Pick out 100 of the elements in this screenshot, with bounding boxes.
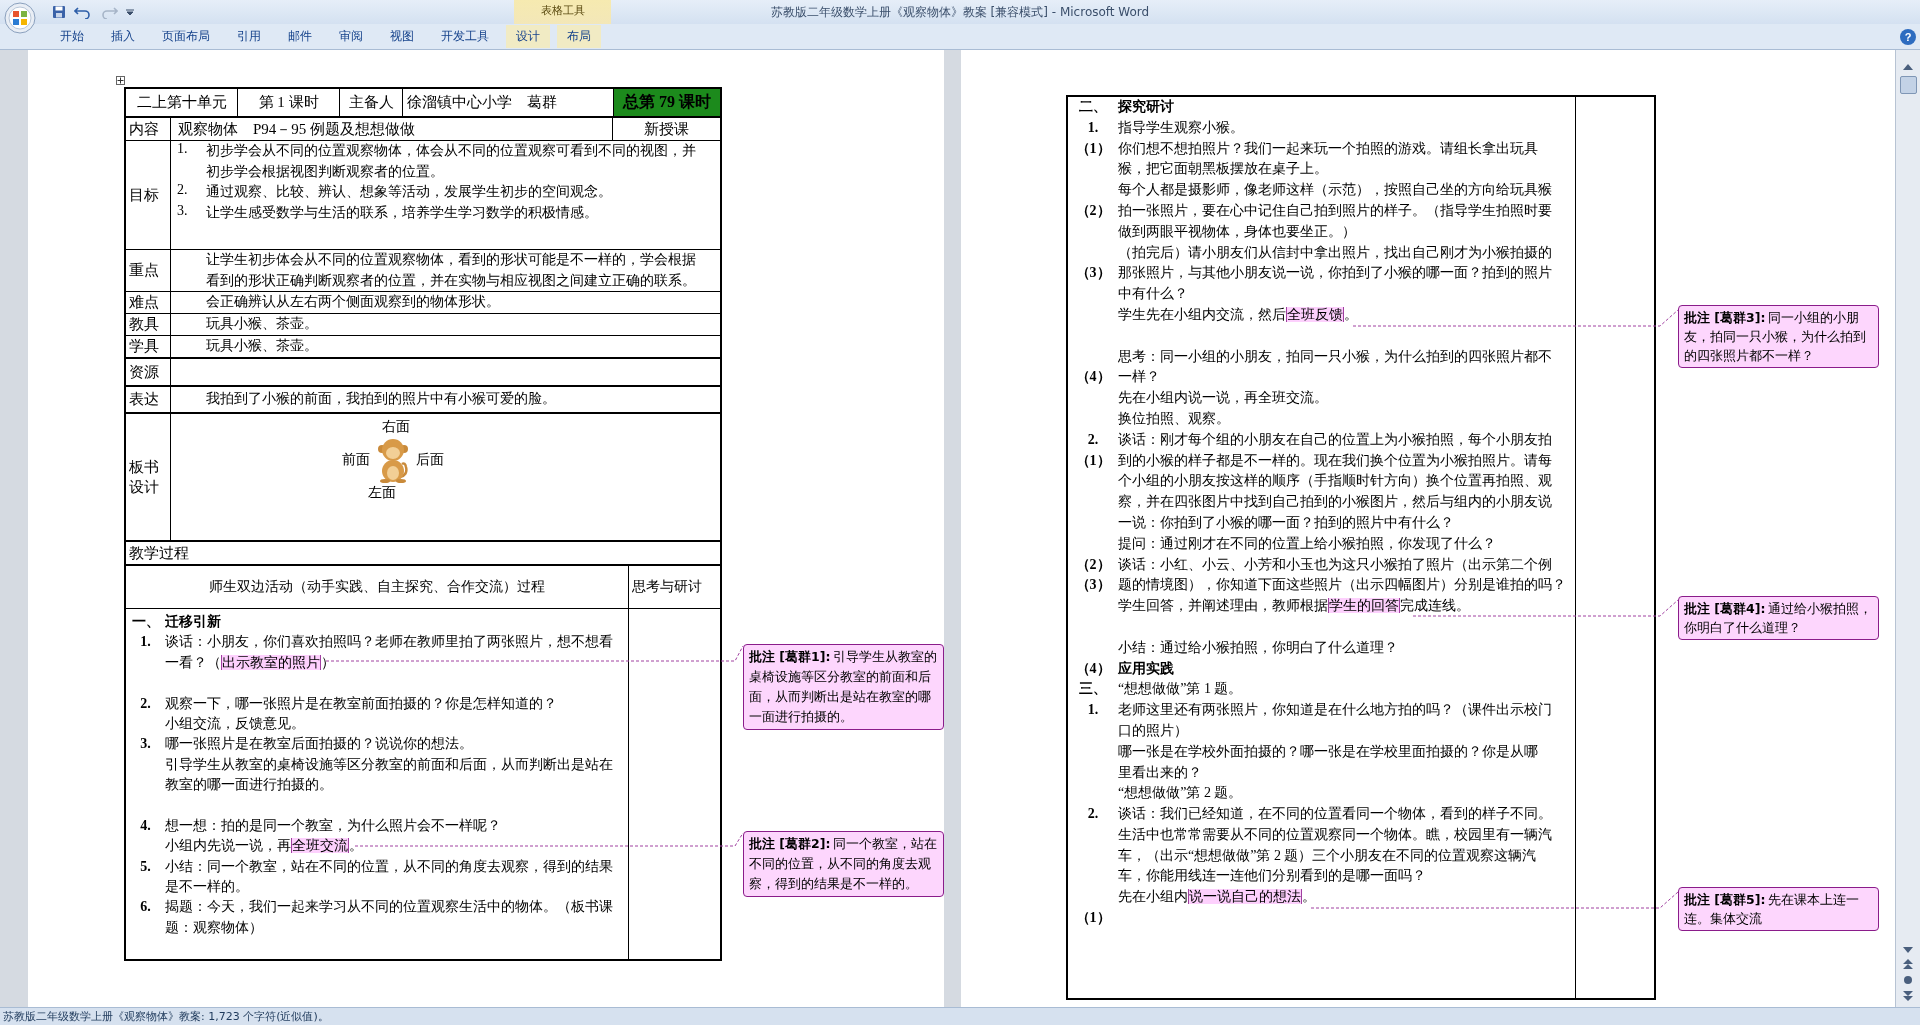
list-number: 3. [177,202,188,218]
section-title: 教学过程 [129,543,189,563]
ribbon-tab[interactable]: 开发工具 [431,25,499,48]
text-line: 初步学会根据视图判断观察者的位置。 [206,162,445,181]
list-number: 三、 [1079,681,1107,697]
text-line: 看到的形状正确判断观察者的位置，并在实物与相应视图之间建立正确的联系。 [206,271,696,290]
down-arrow-icon[interactable] [1903,947,1913,953]
text-line: 到的小猴的样子都是不一样的。现在我们换个位置为小猴拍照片。请每 [1118,451,1552,470]
board-label: 前面 [342,451,370,469]
comment-balloon[interactable]: 批注 [葛群1]: 引导学生从教室的桌椅设施等区分教室的前面和后面，从而判断出是站在教室的哪一面进行拍摄的。 [743,644,944,730]
text-line: 那张照片，与其他小朋友说一说，你拍到了小猴的哪一面？拍到的照片 [1118,264,1552,283]
ribbon-tab[interactable]: 设计 [506,25,550,48]
list-number: 1. [1087,702,1099,718]
next-page-icon[interactable] [1903,991,1913,1001]
text-line: 小结：通过给小猴拍照，你明白了什么道理？ [1118,638,1398,657]
list-number: 3. [140,736,151,752]
text-line: 让学生感受数学与生活的联系，培养学生学习数学的积极情感。 [206,203,598,222]
list-number: 2. [1087,431,1099,447]
text-line: 题：观察物体） [165,918,263,937]
table-cell: 第 1 课时 [238,89,340,116]
save-icon[interactable] [52,5,66,19]
ribbon-tab[interactable]: 引用 [227,25,271,48]
board-label: 后面 [416,451,444,469]
table-cell: 总第 79 课时 [614,89,720,116]
list-number: 1. [1087,119,1099,135]
up-arrow-icon[interactable] [1903,64,1913,70]
text-line: “想想做做”第 1 题。 [1118,680,1243,699]
browse-object-icon[interactable] [1903,975,1913,985]
comment-balloon[interactable]: 批注 [葛群4]: 通过给小猴拍照，你明白了什么道理？ [1678,596,1879,640]
list-number: （1） [1075,452,1111,468]
text-line: 一说：你拍到了小猴的哪一面？拍到的照片中有什么？ [1118,513,1454,532]
list-number: 5. [140,858,151,874]
board-label: 右面 [382,418,410,436]
list-number: （2） [1075,556,1111,572]
text-line: 让学生初步体会从不同的位置观察物体，看到的形状可能是不一样的，学会根据 [206,251,696,269]
help-button[interactable]: ? [1900,28,1916,45]
text-line: 哪一张照片是在教室后面拍摄的？说说你的想法。 [165,735,473,754]
comment-text: 批注 [葛群3]: 同一小组的小朋友，拍同一只小猴，为什么拍到的四张照片都不一样？ [1684,310,1866,363]
text-line: 小组交流，反馈意见。 [165,714,305,733]
row-label: 资源 [126,359,171,385]
text-line: 里看出来的？ [1118,763,1202,782]
row-label: 内容 [126,118,171,140]
text-line: 揭题：今天，我们一起来学习从不同的位置观察生活中的物体。（板书课 [165,898,613,917]
ribbon-tab[interactable]: 页面布局 [152,25,220,48]
text-line: “想想做做”第 2 题。 [1118,784,1243,803]
text-line: 你们想不想拍照片？我们一起来玩一个拍照的游戏。请组长拿出玩具 [1118,139,1538,158]
ribbon-tab[interactable]: 布局 [557,25,601,48]
text-line: 我拍到了小猴的前面，我拍到的照片中有小猴可爱的脸。 [206,390,556,409]
ribbon-tab[interactable]: 开始 [50,25,94,48]
ribbon-tab[interactable]: 视图 [380,25,424,48]
undo-icon[interactable] [74,5,92,19]
list-number: （3） [1075,265,1111,281]
table-cell: 二上第十单元 [126,89,238,116]
text-line: 玩具小猴、茶壶。 [206,315,318,334]
text-line: 个小组的小朋友按这样的顺序（手指顺时针方向）换个位置再拍照、观 [1118,472,1552,491]
row-label: 表达 [126,387,171,412]
comment-anchor[interactable]: 出示教室的照片 [221,654,321,670]
comment-anchor[interactable]: 全班交流 [291,838,349,854]
text-line: 玩具小猴、茶壶。 [206,337,318,356]
ribbon-tab[interactable]: 审阅 [329,25,373,48]
column-header: 师生双边活动（动手实践、自主探究、合作交流）过程 [208,578,546,596]
ribbon-tab[interactable]: 插入 [101,25,145,48]
contextual-tab-group-label: 表格工具 [514,0,611,24]
text-line: 车，（出示“想想做做”第 2 题）三个小朋友在不同的位置观察这辆汽 [1118,846,1537,865]
row-label: 板书 [129,458,159,477]
row-label: 学具 [126,336,171,357]
comment-anchor[interactable]: 学生的回答 [1328,598,1400,614]
dropdown-icon[interactable] [126,8,134,16]
comment-text: 批注 [葛群4]: 通过给小猴拍照，你明白了什么道理？ [1684,601,1873,635]
list-number: 1. [177,141,188,156]
status-text: 苏教版二年级数学上册《观察物体》教案: 1,723 个字符(近似值)。 [3,1009,329,1024]
list-number: 4. [140,817,151,833]
text-line: 猴，把它面朝黑板摆放在桌子上。 [1118,160,1328,179]
row-label: 设计 [129,478,159,497]
text-line: 先在小组内说一说，再全班交流。 [1118,389,1328,408]
comment-anchor[interactable]: 全班反馈 [1286,306,1344,322]
comment-balloon[interactable]: 批注 [葛群2]: 同一个教室，站在不同的位置，从不同的角度去观察，得到的结果是不一样的。 [743,831,944,897]
text-line: 谈话：刚才每个组的小朋友在自己的位置上为小猴拍照，每个小朋友拍 [1118,430,1552,449]
scrollbar-thumb[interactable] [1899,76,1917,94]
comment-anchor[interactable]: 说一说自己的想法 [1188,889,1302,905]
text-line: 学生回答，并阐述理由，教师根据学生的回答完成连线。 [1118,597,1470,616]
text-line: 车，你能用线连一连他们分别看到的是哪一面吗？ [1118,867,1426,886]
ribbon-tab[interactable]: 邮件 [278,25,322,48]
comment-balloon[interactable]: 批注 [葛群3]: 同一小组的小朋友，拍同一只小猴，为什么拍到的四张照片都不一样？ [1678,305,1879,368]
list-number: （1） [1075,140,1111,156]
board-label: 左面 [368,484,396,502]
row-label: 目标 [126,141,171,249]
text-line: 谈话：我们已经知道，在不同的位置看同一个物体，看到的样子不同。 [1118,805,1552,824]
text-line: 谈话：小红、小云、小芳和小玉也为这只小猴拍了照片（出示第二个例 [1118,555,1552,574]
table-move-handle-icon[interactable] [116,76,125,85]
scrollbar[interactable] [1895,50,1920,1007]
list-number: （2） [1075,203,1111,218]
monkey-drawing [378,437,408,483]
comment-balloon[interactable]: 批注 [葛群5]: 先在课本上连一连。集体交流 [1678,887,1879,931]
text-line: 教室的哪一面进行拍摄的。 [165,776,333,795]
table-cell-text: 观察物体 P94－95 例题及想想做做 [177,119,417,139]
row-label: 教具 [126,314,171,335]
text-line: 题的情境图），你知道下面这些照片（出示四幅图片）分别是谁拍的吗？ [1118,576,1566,595]
previous-page-icon[interactable] [1903,959,1913,969]
text-line: 想一想：拍的是同一个教室，为什么照片会不一样呢？ [165,816,501,835]
